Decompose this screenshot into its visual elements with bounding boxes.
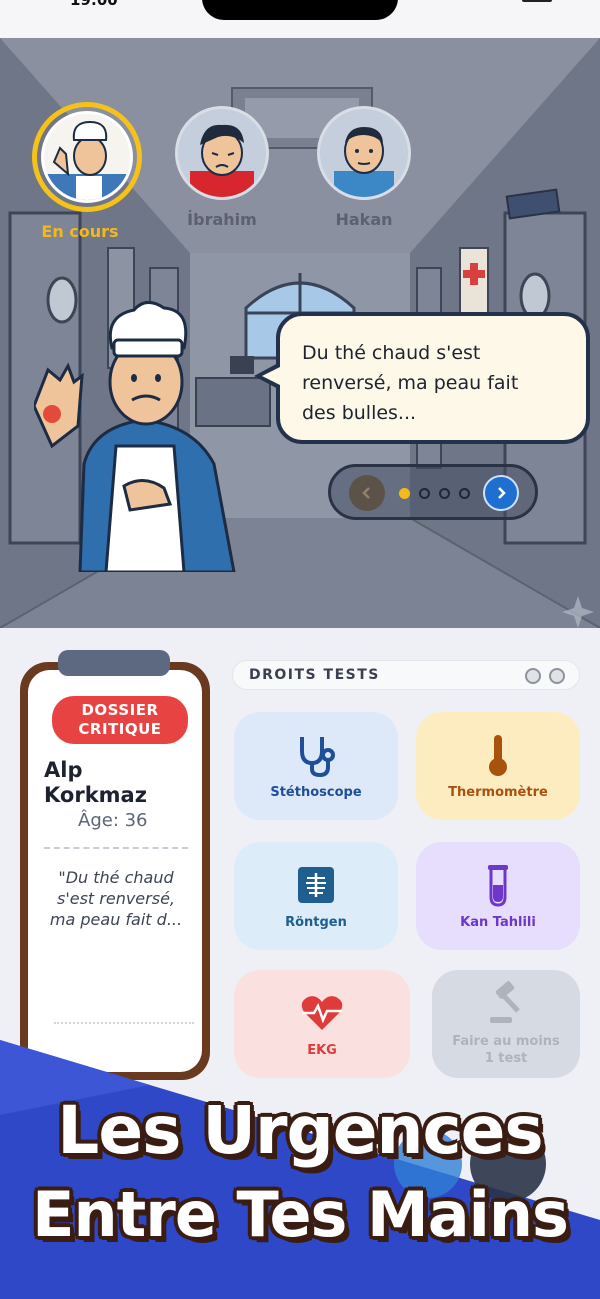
indicator-dot-1 — [525, 668, 541, 684]
blood-tube-icon — [488, 864, 508, 907]
speech-bubble-tail-fill — [262, 366, 282, 386]
patient-avatar-hakan — [317, 106, 411, 200]
patient-avatar-ibrahim — [175, 106, 269, 200]
thermometer-icon — [489, 734, 507, 776]
test-stethoscope-button[interactable]: Stéthoscope — [234, 712, 398, 820]
quote-line-3: ma peau fait d... — [49, 910, 183, 929]
notch — [202, 0, 398, 20]
patient-tab-current[interactable]: En cours — [32, 102, 142, 241]
page-dot-1 — [399, 488, 410, 499]
blood-test-label: Kan Tahlili — [460, 914, 536, 930]
critical-badge: DOSSIER CRITIQUE — [52, 696, 188, 744]
divider — [44, 847, 188, 853]
patient-label-ibrahim: İbrahim — [187, 210, 257, 229]
speech-bubble: Du thé chaud s'est renversé, ma peau fai… — [276, 312, 590, 444]
chef-avatar-icon — [44, 120, 130, 200]
patient-quote: "Du thé chaud s'est renversé, ma peau fa… — [44, 867, 188, 930]
dialogue-line-3: des bulles... — [302, 402, 417, 424]
promo-title-line-1: Les Urgences — [57, 1092, 543, 1169]
indicator-dot-2 — [549, 668, 565, 684]
patient-tab-hakan[interactable]: Hakan — [316, 106, 412, 229]
patient-age: Âge: 36 — [78, 810, 148, 831]
tests-header-title: DROITS TESTS — [249, 667, 380, 683]
page-dot-3 — [439, 488, 450, 499]
heart-pulse-icon — [301, 995, 343, 1030]
stethoscope-label: Stéthoscope — [270, 784, 362, 800]
quote-line-1: "Du thé chaud — [58, 868, 174, 887]
test-blood-button[interactable]: Kan Tahlili — [416, 842, 580, 950]
patient-full-name: Alp Korkmaz — [44, 758, 154, 808]
critical-badge-line-2: CRITIQUE — [78, 720, 162, 738]
test-xray-button[interactable]: Röntgen — [234, 842, 398, 950]
clipboard-clip — [58, 650, 170, 676]
next-page-button[interactable] — [483, 475, 519, 511]
gavel-icon — [490, 981, 520, 1023]
patient-first-name: Alp — [44, 758, 83, 782]
dialogue-pager — [328, 464, 538, 520]
patient-dossier-clipboard: DOSSIER CRITIQUE Alp Korkmaz Âge: 36 "Du… — [20, 662, 210, 1080]
thermometer-label: Thermomètre — [448, 784, 548, 800]
promo-title-line-2: Entre Tes Mains — [32, 1178, 569, 1251]
critical-badge-line-1: DOSSIER — [81, 701, 159, 719]
crying-boy-avatar-icon — [190, 124, 254, 197]
dotted-line — [54, 1022, 194, 1024]
patient-avatar-current — [32, 102, 142, 212]
patient-label-hakan: Hakan — [335, 210, 393, 229]
previous-page-button[interactable] — [349, 475, 385, 511]
chef-patient-character — [34, 301, 236, 572]
chevron-right-icon — [498, 487, 506, 499]
patient-label-current: En cours — [41, 222, 119, 241]
page-dot-4 — [459, 488, 470, 499]
patient-last-name: Korkmaz — [44, 783, 147, 807]
battery-icon — [522, 0, 552, 2]
dossier-paper: DOSSIER CRITIQUE Alp Korkmaz Âge: 36 "Du… — [28, 670, 202, 1072]
hoodie-boy-avatar-icon — [334, 127, 394, 197]
dialogue-line-2: renversé, ma peau fait — [302, 372, 519, 394]
page-dot-2 — [419, 488, 430, 499]
status-bar: 19:00 — [0, 0, 600, 38]
chevron-left-icon — [362, 487, 370, 499]
tests-header: DROITS TESTS — [232, 660, 580, 690]
status-time: 19:00 — [70, 0, 118, 9]
test-thermometer-button[interactable]: Thermomètre — [416, 712, 580, 820]
dialogue-line-1: Du thé chaud s'est — [302, 342, 481, 364]
stethoscope-icon — [300, 736, 335, 777]
quote-line-2: s'est renversé, — [57, 889, 175, 908]
xray-label: Röntgen — [285, 914, 347, 930]
xray-icon — [298, 866, 334, 903]
patient-tab-ibrahim[interactable]: İbrahim — [174, 106, 270, 229]
hospital-scene: En cours İbrahim Hakan Du thé chaud s'es… — [0, 38, 600, 628]
